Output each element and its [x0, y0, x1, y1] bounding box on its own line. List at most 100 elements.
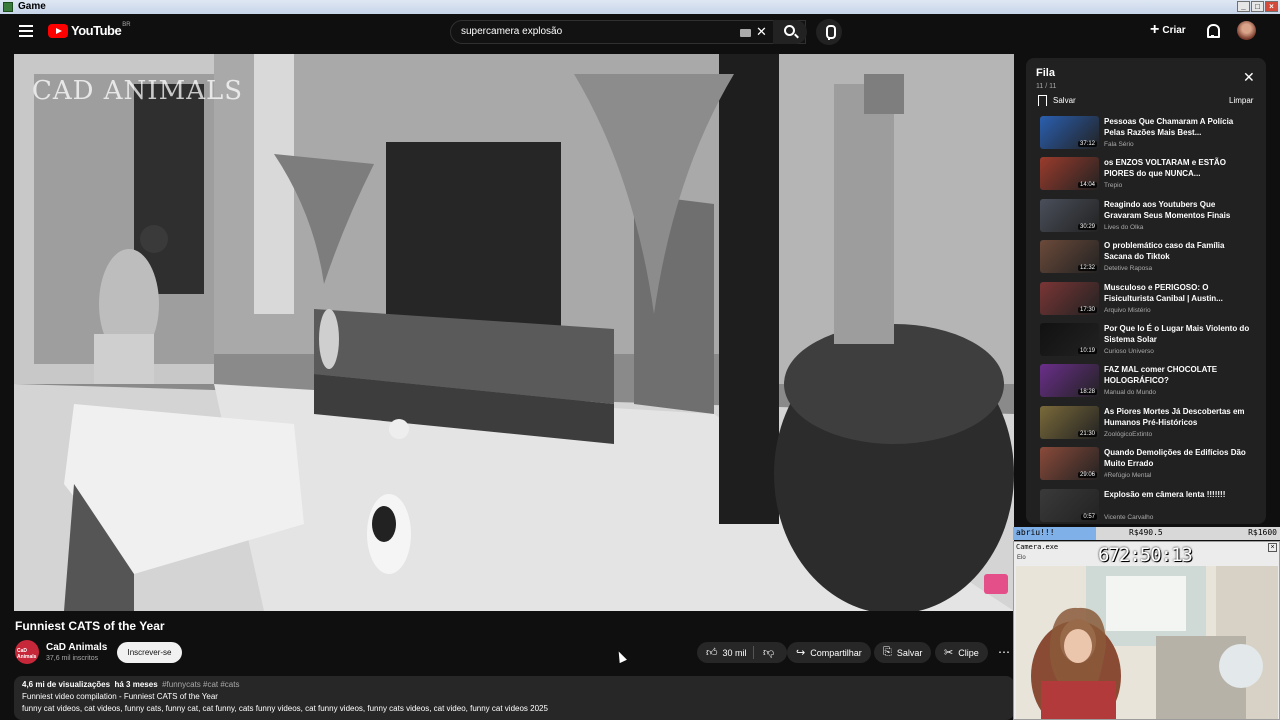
queue-item-title[interactable]: As Piores Mortes Já Descobertas em Human… [1104, 406, 1254, 428]
description-line-2: Funniest video compilation - Funniest CA… [22, 692, 218, 701]
view-count: 4,6 mi de visualizações [22, 680, 111, 689]
description-meta: 4,6 mi de visualizações há 3 meses #funn… [22, 680, 239, 689]
goal-target: R$1600 [1248, 528, 1277, 537]
queue-item-title[interactable]: Por Que Io É o Lugar Mais Violento do Si… [1104, 323, 1254, 345]
queue-item-duration: 12:32 [1077, 265, 1097, 272]
queue-item[interactable]: 10:19 Por Que Io É o Lugar Mais Violento … [1040, 322, 1260, 364]
menu-icon[interactable] [19, 25, 33, 37]
camera-close-icon[interactable]: × [1268, 543, 1277, 552]
maximize-button[interactable]: □ [1251, 1, 1264, 12]
queue-item-thumbnail[interactable]: 21:30 [1040, 405, 1099, 439]
create-button[interactable]: + Criar [1150, 22, 1186, 38]
queue-item-duration: 29:06 [1077, 472, 1097, 479]
share-label: Compartilhar [810, 647, 862, 658]
more-actions-icon[interactable]: ⋯ [998, 645, 1010, 659]
queue-item[interactable]: 14:04 os ENZOS VOLTARAM e ESTÃO PIORES do… [1040, 157, 1260, 198]
subscribe-button[interactable]: Inscrever-se [117, 642, 182, 663]
queue-item-thumbnail[interactable]: 17:30 [1040, 281, 1099, 315]
youtube-header: YouTube BR supercamera explosão ✕ + Criar [0, 14, 1280, 48]
close-window-button[interactable]: × [1265, 1, 1278, 12]
queue-item-title[interactable]: O problemático caso da Família Sacana do… [1104, 240, 1254, 262]
search-icon [784, 25, 795, 36]
clip-button[interactable]: ✂ Clipe [935, 642, 988, 663]
notifications-bell-icon[interactable] [1206, 23, 1220, 38]
goal-label: abriu!!! [1016, 528, 1055, 537]
like-button[interactable]: 👍︎ 30 mil [697, 646, 754, 659]
queue-list: 37:12 Pessoas Que Chamaram A Polícia Pela… [1040, 116, 1260, 524]
queue-item-channel: ZoológicoExtinto [1104, 430, 1153, 438]
queue-item-duration: 18:28 [1077, 389, 1097, 396]
search-button[interactable] [773, 20, 807, 44]
search-input[interactable]: supercamera explosão ✕ [450, 20, 806, 44]
channel-name[interactable]: CaD Animals [46, 642, 107, 653]
queue-item-thumbnail[interactable]: 14:04 [1040, 157, 1099, 191]
queue-item-title[interactable]: Explosão em câmera lenta !!!!!!! [1104, 489, 1254, 500]
queue-item-title[interactable]: Reagindo aos Youtubers Que Gravaram Seus… [1104, 199, 1254, 221]
queue-item-thumbnail[interactable]: 10:19 [1040, 322, 1099, 356]
window-titlebar: Game _ □ × [0, 0, 1280, 14]
video-description[interactable]: 4,6 mi de visualizações há 3 meses #funn… [14, 676, 1014, 720]
clip-label: Clipe [958, 647, 979, 658]
queue-item[interactable]: 21:30 As Piores Mortes Já Descobertas em … [1040, 405, 1260, 447]
queue-save-button[interactable]: Salvar [1038, 95, 1076, 106]
camera-window-title: Camera.exe [1016, 543, 1059, 551]
youtube-play-icon [48, 23, 68, 38]
queue-item-duration: 37:12 [1077, 141, 1097, 147]
queue-item[interactable]: 0:57 Explosão em câmera lenta !!!!!!! Vice… [1040, 488, 1260, 524]
search-query: supercamera explosão [461, 26, 563, 37]
user-avatar[interactable] [1237, 21, 1256, 40]
close-queue-icon[interactable]: ✕ [1243, 69, 1255, 86]
channel-avatar[interactable]: CaD Animals [15, 640, 39, 664]
queue-item-thumbnail[interactable]: 37:12 [1040, 116, 1099, 149]
queue-item-thumbnail[interactable]: 30:29 [1040, 198, 1099, 232]
queue-item-channel: Detetive Raposa [1104, 265, 1153, 273]
queue-item-thumbnail[interactable]: 0:57 [1040, 488, 1099, 522]
bookmark-icon [1038, 95, 1047, 106]
queue-item-channel: Vicente Carvalho [1104, 513, 1154, 521]
save-button[interactable]: ⎘ Salvar [874, 642, 932, 663]
queue-item[interactable]: 29:06 Quando Demolições de Edifícios Dão … [1040, 447, 1260, 488]
youtube-logo[interactable]: YouTube BR [48, 21, 131, 38]
queue-clear-button[interactable]: Limpar [1229, 96, 1253, 105]
like-count: 30 mil [722, 647, 747, 658]
voice-search-icon[interactable] [816, 19, 842, 45]
create-label: Criar [1162, 24, 1186, 36]
webcam-window: Camera.exe Elo × 672:50:13 [1013, 541, 1280, 720]
camera-window-subtitle: Elo [1017, 555, 1026, 561]
clear-search-icon[interactable]: ✕ [756, 24, 767, 40]
queue-item-duration: 0:57 [1081, 513, 1097, 520]
queue-item-title[interactable]: os ENZOS VOLTARAM e ESTÃO PIORES do que … [1104, 157, 1254, 179]
queue-item[interactable]: 18:28 FAZ MAL comer CHOCOLATE HOLOGRÁFICO… [1040, 364, 1260, 405]
queue-count: 11 / 11 [1036, 83, 1057, 90]
queue-item[interactable]: 30:29 Reagindo aos Youtubers Que Gravaram… [1040, 198, 1260, 240]
dislike-button[interactable]: 👎︎ [754, 646, 774, 659]
queue-item-channel: Trepio [1104, 182, 1123, 190]
queue-item[interactable]: 17:30 Musculoso e PERIGOSO: O Fisiculturi… [1040, 281, 1260, 323]
hashtags[interactable]: #funnycats #cat #cats [162, 680, 239, 689]
queue-save-label: Salvar [1053, 96, 1076, 105]
share-button[interactable]: ↪ Compartilhar [787, 642, 871, 663]
queue-item-title[interactable]: Pessoas Que Chamaram A Polícia Pelas Raz… [1104, 116, 1254, 138]
queue-item-thumbnail[interactable]: 12:32 [1040, 240, 1099, 274]
webcam-image [1016, 566, 1278, 719]
app-icon [3, 2, 13, 12]
queue-item-thumbnail[interactable]: 18:28 [1040, 364, 1099, 398]
like-dislike-group: 👍︎ 30 mil 👎︎ [697, 642, 787, 663]
queue-item-title[interactable]: Musculoso e PERIGOSO: O Fisiculturista C… [1104, 282, 1254, 304]
country-code: BR [122, 21, 131, 28]
queue-item-title[interactable]: FAZ MAL comer CHOCOLATE HOLOGRÁFICO? [1104, 364, 1254, 386]
queue-item[interactable]: 12:32 O problemático caso da Família Saca… [1040, 240, 1260, 281]
queue-item-title[interactable]: Quando Demolições de Edifícios Dão Muito… [1104, 447, 1254, 469]
keyboard-icon[interactable] [740, 29, 751, 37]
bookmark-icon: ⎘ [883, 646, 892, 658]
queue-item[interactable]: 37:12 Pessoas Que Chamaram A Polícia Pela… [1040, 116, 1260, 157]
video-player[interactable]: CAD ANIMALS [14, 54, 1014, 611]
queue-item-thumbnail[interactable]: 29:06 [1040, 447, 1099, 481]
queue-item-channel: Arquivo Mistério [1104, 306, 1151, 314]
minimize-button[interactable]: _ [1237, 1, 1250, 12]
upload-age: há 3 meses [114, 680, 158, 689]
thumbs-down-icon: 👎︎ [763, 647, 775, 659]
video-title: Funniest CATS of the Year [15, 619, 165, 633]
thumbs-up-icon: 👍︎ [706, 647, 718, 659]
channel-avatar-text: CaD Animals [17, 648, 37, 660]
